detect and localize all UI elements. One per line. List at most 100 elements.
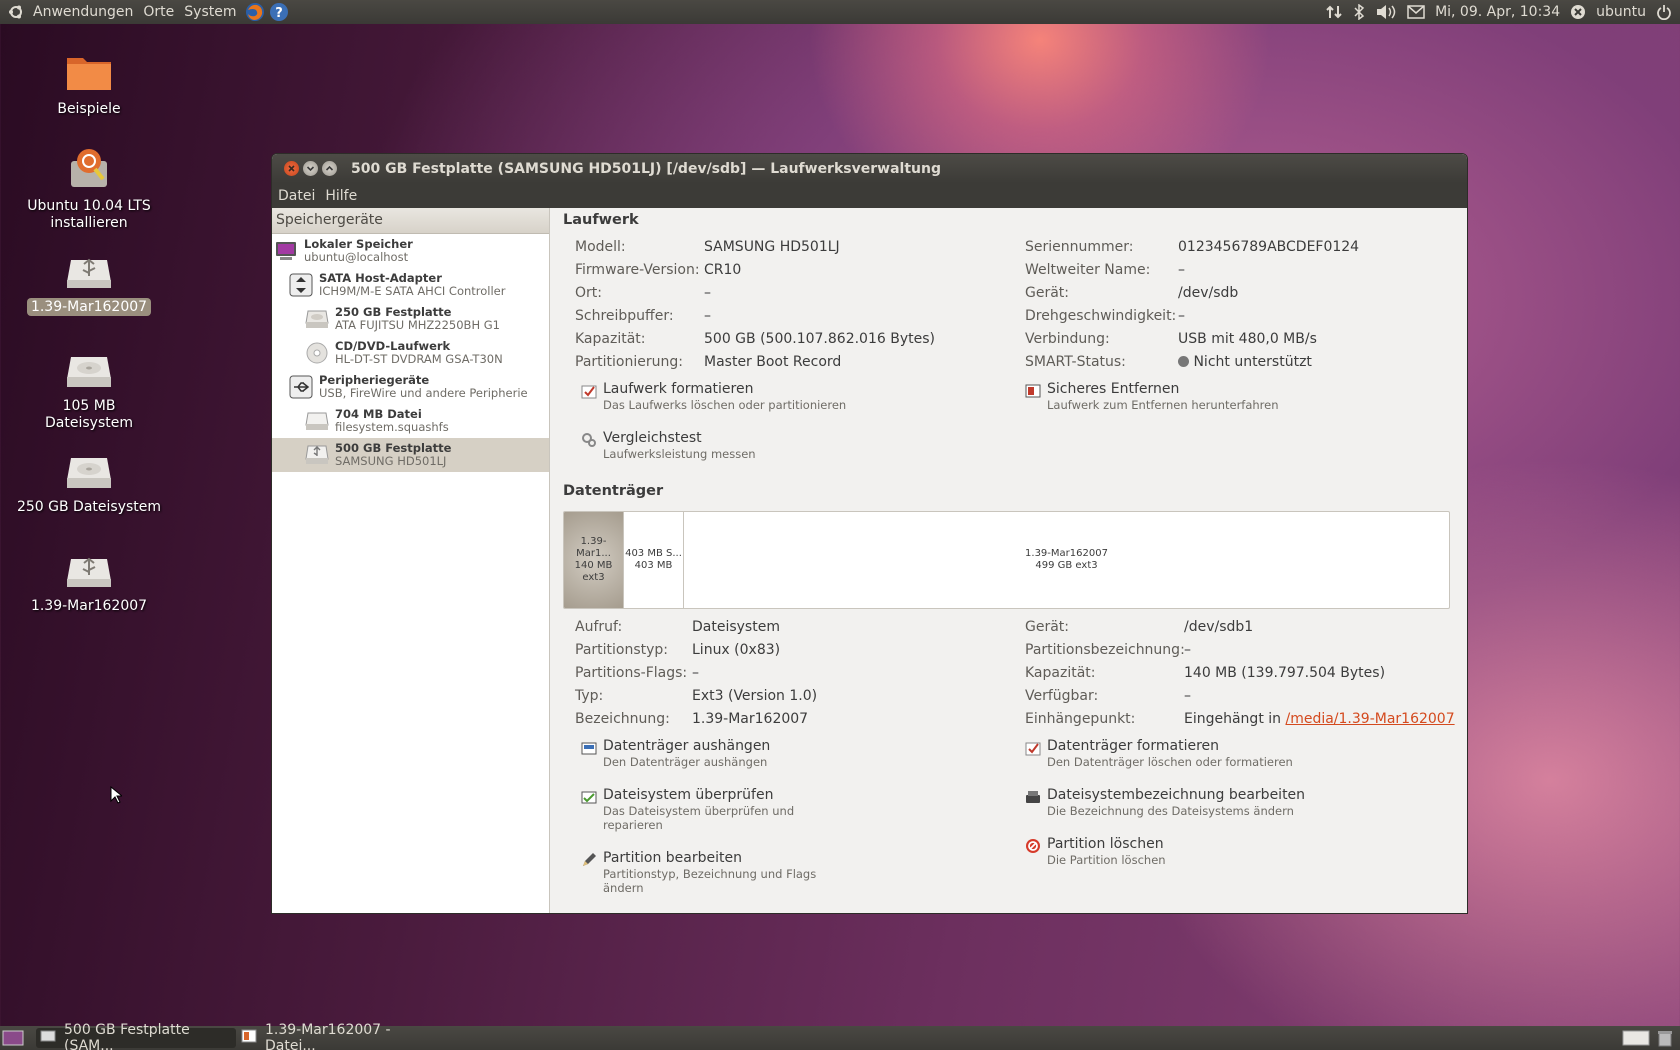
usb-drive-icon bbox=[14, 553, 164, 594]
desktop-icon-105mb[interactable]: 105 MB Dateisystem bbox=[14, 353, 164, 432]
desktop-icon-beispiele[interactable]: Beispiele bbox=[14, 52, 164, 118]
action-title: Partition löschen bbox=[1047, 836, 1164, 852]
window-titlebar[interactable]: 500 GB Festplatte (SAMSUNG HD501LJ) [/de… bbox=[272, 154, 1467, 183]
mount-point-link[interactable]: /media/1.39-Mar162007 bbox=[1285, 711, 1454, 727]
action-desc: reparieren bbox=[603, 818, 663, 832]
format-drive-button[interactable]: Laufwerk formatieren Das Laufwerks lösche… bbox=[581, 381, 846, 412]
bluetooth-icon[interactable] bbox=[1353, 4, 1365, 20]
volume-label: Einhängepunkt: bbox=[1025, 711, 1136, 727]
taskbar-item-disk-utility[interactable]: 500 GB Festplatte (SAM... bbox=[36, 1022, 236, 1050]
menu-datei[interactable]: Datei bbox=[278, 188, 315, 204]
menu-system[interactable]: System bbox=[179, 4, 241, 20]
segment-size: 403 MB bbox=[634, 560, 673, 571]
format-volume-button[interactable]: Datenträger formatieren Den Datenträger l… bbox=[1025, 738, 1293, 769]
partition-segment-3[interactable]: 1.39-Mar162007 499 GB ext3 bbox=[684, 512, 1449, 608]
eject-icon bbox=[1025, 383, 1041, 399]
partition-segment-2[interactable]: 403 MB S... 403 MB bbox=[624, 512, 684, 608]
ubuntu-logo-icon[interactable] bbox=[4, 0, 28, 24]
unmount-volume-button[interactable]: Datenträger aushängen Den Datenträger aus… bbox=[581, 738, 770, 769]
drive-label: Weltweiter Name: bbox=[1025, 262, 1151, 278]
desktop-icon-label: Beispiele bbox=[57, 101, 121, 117]
user-name[interactable]: ubuntu bbox=[1596, 4, 1646, 20]
partition-segment-1[interactable]: 1.39-Mar1... 140 MB ext3 bbox=[564, 512, 624, 608]
desktop-icon-label: Ubuntu 10.04 LTS installieren bbox=[27, 198, 151, 231]
user-status-icon[interactable] bbox=[1570, 4, 1586, 20]
smart-status-text: Nicht unterstützt bbox=[1193, 354, 1312, 370]
desktop-icon-250gb[interactable]: 250 GB Dateisystem bbox=[14, 454, 164, 516]
sidebar-item-704mb-file[interactable]: 704 MB Datei filesystem.squashfs bbox=[305, 404, 546, 438]
desktop-icon-usb-selected[interactable]: 1.39-Mar162007 bbox=[14, 254, 164, 316]
check-filesystem-button[interactable]: Dateisystem überprüfen Das Dateisystem üb… bbox=[581, 787, 794, 832]
workspace-switcher-icon[interactable] bbox=[1622, 1030, 1650, 1050]
sidebar-item-peripherals[interactable]: Peripheriegeräte USB, FireWire und andere… bbox=[289, 370, 546, 404]
sidebar-item-250gb-disk[interactable]: 250 GB Festplatte ATA FUJITSU MHZ2250BH G… bbox=[305, 302, 546, 336]
minimize-button[interactable] bbox=[303, 161, 318, 176]
details-pane: Laufwerk Modell: SAMSUNG HD501LJ Firmwar… bbox=[551, 208, 1467, 913]
volume-device: /dev/sdb1 bbox=[1184, 619, 1254, 635]
help-icon[interactable]: ? bbox=[268, 1, 290, 23]
edit-filesystem-label-button[interactable]: Dateisystembezeichnung bearbeiten Die Bez… bbox=[1025, 787, 1305, 818]
folder-icon bbox=[14, 52, 164, 97]
desktop-icon-usb[interactable]: 1.39-Mar162007 bbox=[14, 553, 164, 615]
sidebar-item-optical-drive[interactable]: CD/DVD-Laufwerk HL-DT-ST DVDRAM GSA-T30N bbox=[305, 336, 546, 370]
usb-adapter-icon bbox=[289, 375, 313, 399]
action-desc: Das Laufwerks löschen oder partitioniere… bbox=[603, 398, 847, 412]
sidebar-item-500gb-disk[interactable]: 500 GB Festplatte SAMSUNG HD501LJ bbox=[272, 438, 549, 472]
sidebar-item-sata-adapter[interactable]: SATA Host-Adapter ICH9M/M-E SATA AHCI Con… bbox=[289, 268, 546, 302]
action-desc: Laufwerk zum Entfernen herunterfahren bbox=[1047, 398, 1279, 412]
network-icon[interactable] bbox=[1325, 4, 1343, 20]
volume-label: Gerät: bbox=[1025, 619, 1070, 635]
taskbar-item-file-browser[interactable]: 1.39-Mar162007 - Datei... bbox=[237, 1022, 437, 1050]
drive-partitioning: Master Boot Record bbox=[704, 354, 842, 370]
edit-partition-button[interactable]: Partition bearbeiten Partitionstyp, Bezei… bbox=[581, 850, 816, 895]
mail-icon[interactable] bbox=[1407, 5, 1425, 19]
volume-label: Verfügbar: bbox=[1025, 688, 1099, 704]
action-title: Partition bearbeiten bbox=[603, 850, 742, 866]
power-icon[interactable] bbox=[1656, 4, 1672, 20]
segment-name: 1.39-Mar162007 bbox=[1025, 548, 1108, 559]
volume-flags: – bbox=[692, 665, 699, 681]
volume-available: – bbox=[1184, 688, 1191, 704]
partition-map: 1.39-Mar1... 140 MB ext3 403 MB S... 403… bbox=[563, 511, 1450, 609]
menu-anwendungen[interactable]: Anwendungen bbox=[28, 4, 138, 20]
volume-icon[interactable] bbox=[1375, 4, 1397, 20]
clock[interactable]: Mi, 09. Apr, 10:34 bbox=[1435, 4, 1560, 20]
desktop-icon-ubuntu-installer[interactable]: Ubuntu 10.04 LTS installieren bbox=[14, 147, 164, 232]
show-desktop-icon[interactable] bbox=[2, 1030, 24, 1050]
action-title: Dateisystembezeichnung bearbeiten bbox=[1047, 787, 1306, 803]
segment-name: 403 MB S... bbox=[625, 548, 682, 559]
status-dot-icon bbox=[1178, 356, 1189, 367]
menu-hilfe[interactable]: Hilfe bbox=[325, 188, 357, 204]
volume-label: Aufruf: bbox=[575, 619, 623, 635]
safe-remove-button[interactable]: Sicheres Entfernen Laufwerk zum Entfernen… bbox=[1025, 381, 1279, 412]
delete-partition-button[interactable]: Partition löschen Die Partition löschen bbox=[1025, 836, 1166, 867]
taskbar-item-label: 500 GB Festplatte (SAM... bbox=[64, 1022, 190, 1050]
desktop-icon-label: 250 GB Dateisystem bbox=[16, 499, 162, 515]
action-desc: Laufwerksleistung messen bbox=[603, 447, 756, 461]
sidebar-item-title: Lokaler Speicher bbox=[304, 237, 413, 251]
sidebar-item-local-storage[interactable]: Lokaler Speicher ubuntu@localhost bbox=[274, 234, 546, 268]
action-title: Vergleichstest bbox=[603, 430, 702, 446]
drive-serial: 0123456789ABCDEF0124 bbox=[1178, 239, 1360, 255]
computer-icon bbox=[274, 239, 298, 263]
delete-icon bbox=[1025, 838, 1041, 854]
storage-devices-sidebar: Speichergeräte Lokaler Speicher ubuntu@lo… bbox=[272, 208, 550, 913]
volume-type: Ext3 (Version 1.0) bbox=[692, 688, 818, 704]
drive-device: /dev/sdb bbox=[1178, 285, 1239, 301]
drive-smart-status: Nicht unterstützt bbox=[1178, 354, 1312, 370]
trash-icon[interactable] bbox=[1656, 1029, 1674, 1050]
menu-orte[interactable]: Orte bbox=[138, 4, 179, 20]
sidebar-header[interactable]: Speichergeräte bbox=[272, 208, 549, 234]
action-desc: Das Dateisystem überprüfen und bbox=[603, 804, 795, 818]
benchmark-button[interactable]: Vergleichstest Laufwerksleistung messen bbox=[581, 430, 756, 461]
action-title: Laufwerk formatieren bbox=[603, 381, 754, 397]
sidebar-item-title: 250 GB Festplatte bbox=[335, 305, 452, 319]
volume-usage: Dateisystem bbox=[692, 619, 780, 635]
firefox-icon[interactable] bbox=[244, 1, 266, 23]
drive-rotation: – bbox=[1178, 308, 1185, 324]
sidebar-item-subtitle: ATA FUJITSU MHZ2250BH G1 bbox=[335, 318, 500, 332]
maximize-button[interactable] bbox=[322, 161, 337, 176]
sidebar-item-title: 704 MB Datei bbox=[335, 407, 422, 421]
close-button[interactable] bbox=[284, 161, 299, 176]
mount-prefix: Eingehängt in bbox=[1184, 711, 1282, 727]
